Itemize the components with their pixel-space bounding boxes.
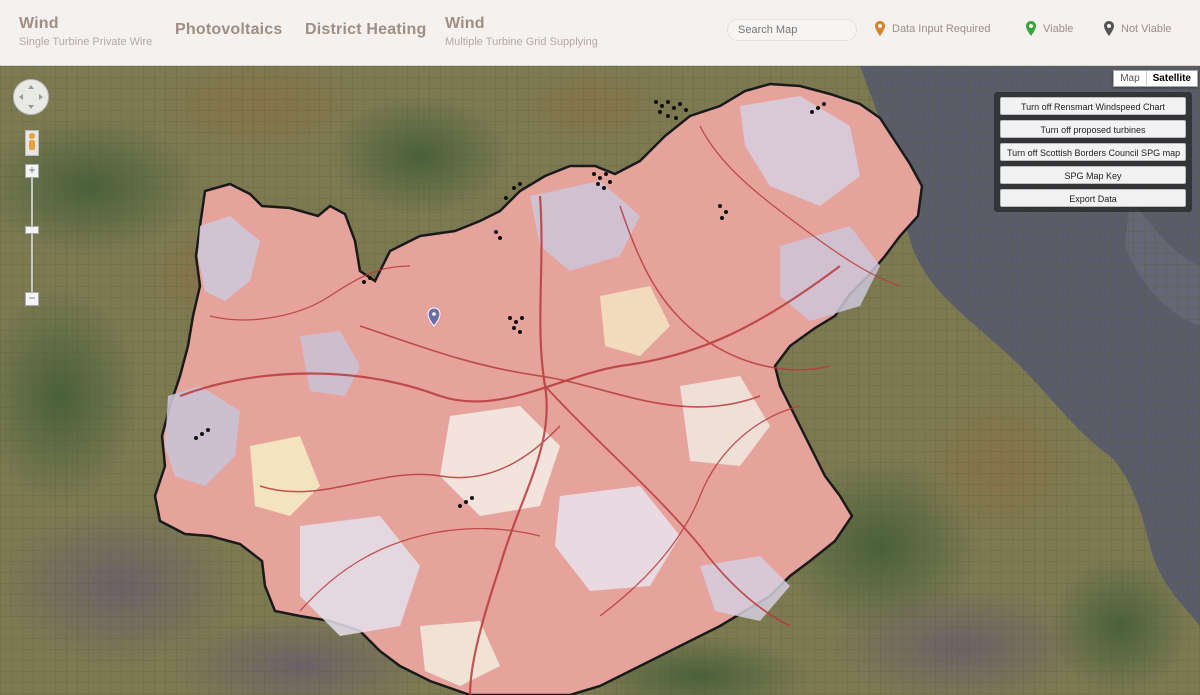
map-type-map-button[interactable]: Map — [1114, 71, 1145, 86]
nav-wind-single[interactable]: Wind Single Turbine Private Wire — [19, 15, 152, 48]
legend-label: Not Viable — [1121, 22, 1172, 35]
pan-control-icon[interactable] — [13, 79, 49, 115]
nav-district-heating-title: District Heating — [305, 21, 427, 38]
zoom-out-icon[interactable]: − — [25, 292, 39, 306]
pegman-icon[interactable] — [25, 130, 39, 156]
map-pin-icon — [875, 21, 885, 36]
nav-district-heating[interactable]: District Heating — [305, 21, 426, 39]
nav-photovoltaics-title: Photovoltaics — [175, 21, 283, 38]
map-canvas[interactable]: Map Satellite Turn off Rensmart Windspee… — [0, 66, 1200, 695]
nav-wind-multiple-title: Wind — [445, 15, 485, 32]
legend-data-input-required: Data Input Required — [875, 21, 990, 36]
toggle-spg-map-button[interactable]: Turn off Scottish Borders Council SPG ma… — [1000, 143, 1186, 161]
toggle-windspeed-chart-button[interactable]: Turn off Rensmart Windspeed Chart — [1000, 97, 1186, 115]
top-nav-bar: Wind Single Turbine Private Wire Photovo… — [0, 0, 1200, 66]
zoom-slider-handle[interactable] — [25, 226, 39, 234]
legend-label: Viable — [1043, 22, 1074, 35]
map-pin-icon — [1104, 21, 1114, 36]
legend-not-viable: Not Viable — [1104, 21, 1172, 36]
legend-label: Data Input Required — [892, 22, 991, 35]
zoom-slider-track[interactable] — [31, 176, 33, 296]
search-input[interactable] — [727, 19, 857, 41]
nav-wind-single-title: Wind — [19, 15, 59, 32]
export-data-button[interactable]: Export Data — [1000, 189, 1186, 207]
map-type-satellite-button[interactable]: Satellite — [1145, 71, 1197, 86]
zoom-in-icon[interactable]: + — [25, 164, 39, 178]
spg-map-key-button[interactable]: SPG Map Key — [1000, 166, 1186, 184]
nav-photovoltaics[interactable]: Photovoltaics — [175, 21, 283, 39]
legend-viable: Viable — [1026, 21, 1073, 36]
nav-wind-multiple[interactable]: Wind Multiple Turbine Grid Supplying — [445, 15, 598, 48]
nav-wind-single-subtitle: Single Turbine Private Wire — [19, 36, 153, 48]
map-pin-icon — [1026, 21, 1036, 36]
nav-wind-multiple-subtitle: Multiple Turbine Grid Supplying — [445, 36, 598, 48]
map-type-control: Map Satellite — [1113, 70, 1198, 87]
layer-control-panel: Turn off Rensmart Windspeed Chart Turn o… — [994, 92, 1192, 212]
toggle-proposed-turbines-button[interactable]: Turn off proposed turbines — [1000, 120, 1186, 138]
